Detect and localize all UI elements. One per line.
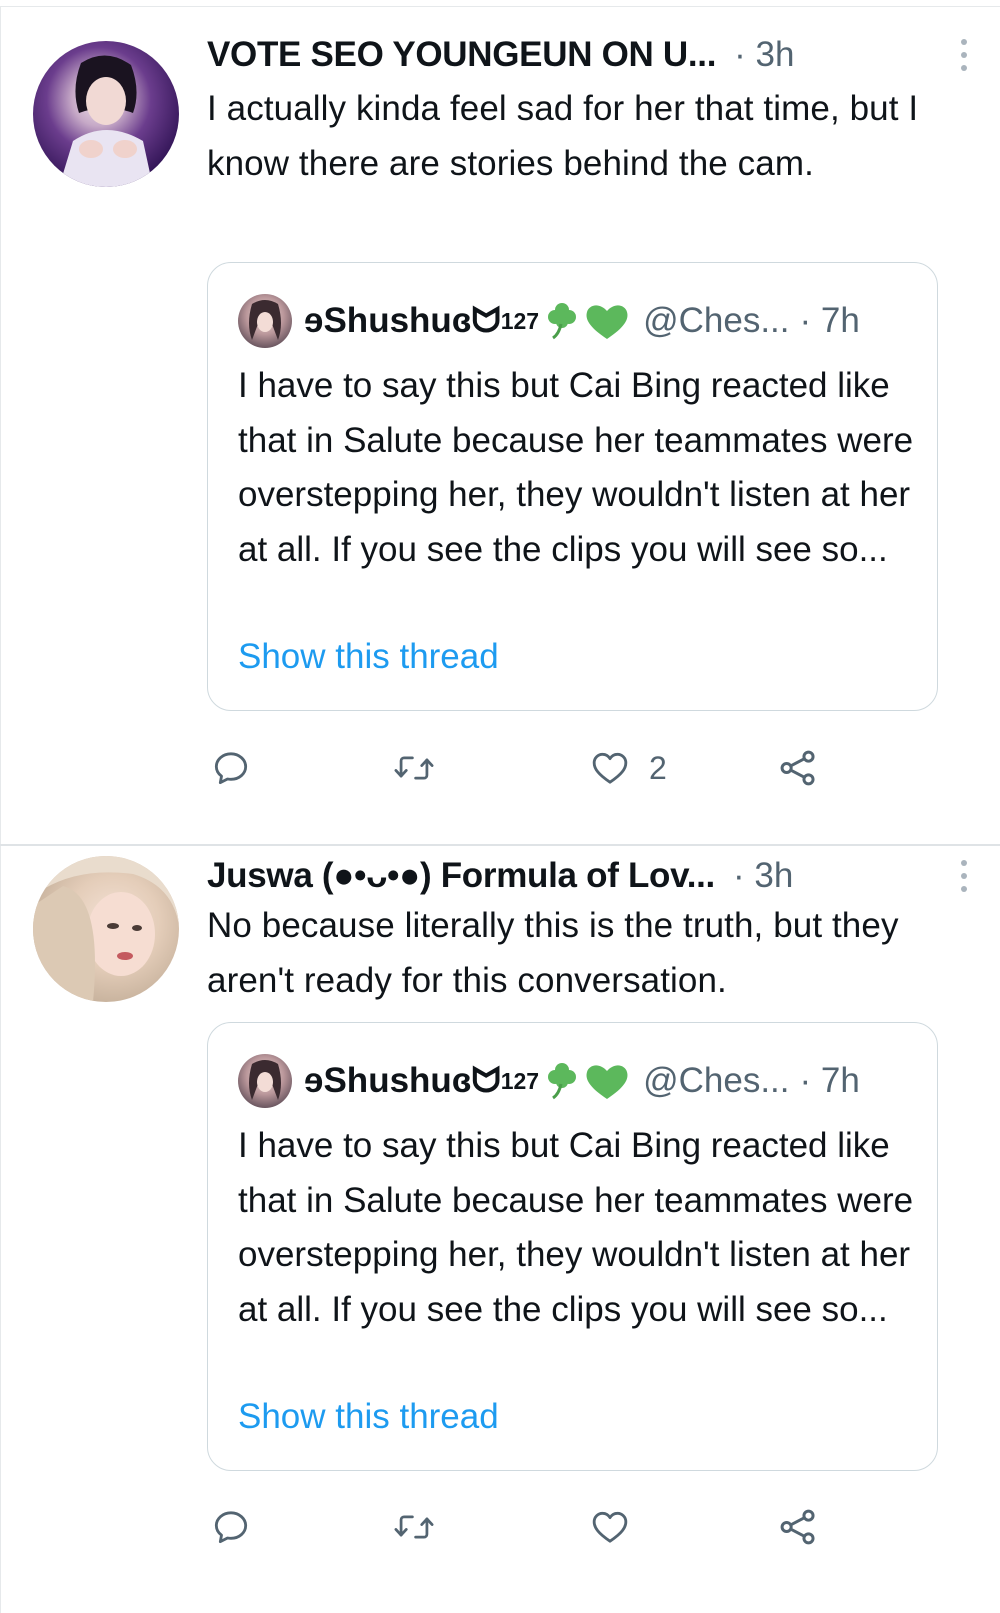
quoted-tweet-header: ɘShushuɞᗢ 127 @Ches... · 7h: [238, 293, 917, 349]
retweet-icon: [394, 1515, 434, 1539]
profile-photo-purple-stage-icon: [33, 41, 179, 187]
tweet-header: Juswa (●•ᴗ•●) Formula of Lov... · 3h: [207, 851, 974, 901]
quoted-avatar: [238, 294, 292, 348]
heart-icon: [592, 1511, 628, 1543]
quoted-timestamp[interactable]: · 7h: [800, 1061, 860, 1101]
quoted-tweet-header: ɘShushuɞᗢ 127 @Ches... · 7h: [238, 1053, 917, 1109]
avatar[interactable]: [33, 856, 179, 1002]
timeline-feed: VOTE SEO YOUNGEUN ON U... · 3h I actuall…: [0, 0, 1000, 1613]
quoted-author-name-text: ɘShushuɞᗢ: [304, 301, 501, 340]
green-heart-icon: [586, 1065, 628, 1099]
profile-photo-blonde-icon: [33, 856, 179, 1002]
quoted-author-name[interactable]: ɘShushuɞᗢ 127: [304, 1060, 629, 1102]
quoted-handle[interactable]: @Ches...: [643, 301, 789, 341]
quoted-tweet[interactable]: ɘShushuɞᗢ 127 @Ches... · 7h I have to sa…: [207, 262, 938, 711]
heart-icon: [592, 752, 628, 784]
share-button[interactable]: [777, 740, 819, 796]
tweet-card[interactable]: VOTE SEO YOUNGEUN ON U... · 3h I actuall…: [0, 0, 1000, 845]
like-button[interactable]: [589, 1499, 649, 1555]
reply-icon: [214, 1511, 248, 1544]
quoted-timestamp[interactable]: · 7h: [800, 301, 860, 341]
share-icon: [780, 1509, 815, 1545]
show-thread-link[interactable]: Show this thread: [238, 1395, 499, 1439]
tweet-actions: 2: [207, 740, 847, 796]
profile-photo-small-icon: [238, 1054, 292, 1108]
reply-button[interactable]: [211, 1499, 251, 1555]
more-options-icon[interactable]: [954, 35, 974, 75]
tweet-card[interactable]: Juswa (●•ᴗ•●) Formula of Lov... · 3h No …: [0, 845, 1000, 1613]
avatar[interactable]: [33, 41, 179, 187]
green-heart-icon: [586, 305, 628, 339]
share-icon: [780, 750, 815, 786]
quoted-handle[interactable]: @Ches...: [643, 1061, 789, 1101]
quoted-tweet-text: I have to say this but Cai Bing reacted …: [238, 366, 914, 569]
quoted-author-name[interactable]: ɘShushuɞᗢ 127: [304, 300, 629, 342]
like-button[interactable]: 2: [589, 740, 667, 796]
more-options-icon[interactable]: [954, 856, 974, 896]
timestamp[interactable]: · 3h: [734, 35, 794, 75]
quoted-avatar: [238, 1054, 292, 1108]
timestamp[interactable]: · 3h: [733, 856, 793, 896]
author-name[interactable]: VOTE SEO YOUNGEUN ON U...: [207, 35, 716, 75]
shamrock-icon: [548, 303, 577, 340]
tweet-header: VOTE SEO YOUNGEUN ON U... · 3h: [207, 30, 974, 80]
tweet-actions: [207, 1499, 847, 1555]
author-name[interactable]: Juswa (●•ᴗ•●) Formula of Lov...: [207, 856, 715, 896]
quoted-tweet-text: I have to say this but Cai Bing reacted …: [238, 1126, 914, 1329]
show-thread-link[interactable]: Show this thread: [238, 635, 499, 679]
tweet-text: No because literally this is the truth, …: [207, 906, 899, 1000]
shamrock-icon: [548, 1063, 577, 1100]
retweet-button[interactable]: [393, 1499, 435, 1555]
retweet-icon: [394, 756, 434, 780]
reply-button[interactable]: [211, 740, 251, 796]
like-count: 2: [649, 749, 667, 786]
retweet-button[interactable]: [393, 740, 435, 796]
profile-photo-small-icon: [238, 294, 292, 348]
tweet-text: I actually kinda feel sad for her that t…: [207, 89, 919, 183]
quoted-tweet[interactable]: ɘShushuɞᗢ 127 @Ches... · 7h I have to sa…: [207, 1022, 938, 1471]
quoted-author-name-text: ɘShushuɞᗢ: [304, 1061, 501, 1100]
share-button[interactable]: [777, 1499, 819, 1555]
reply-icon: [214, 752, 248, 785]
